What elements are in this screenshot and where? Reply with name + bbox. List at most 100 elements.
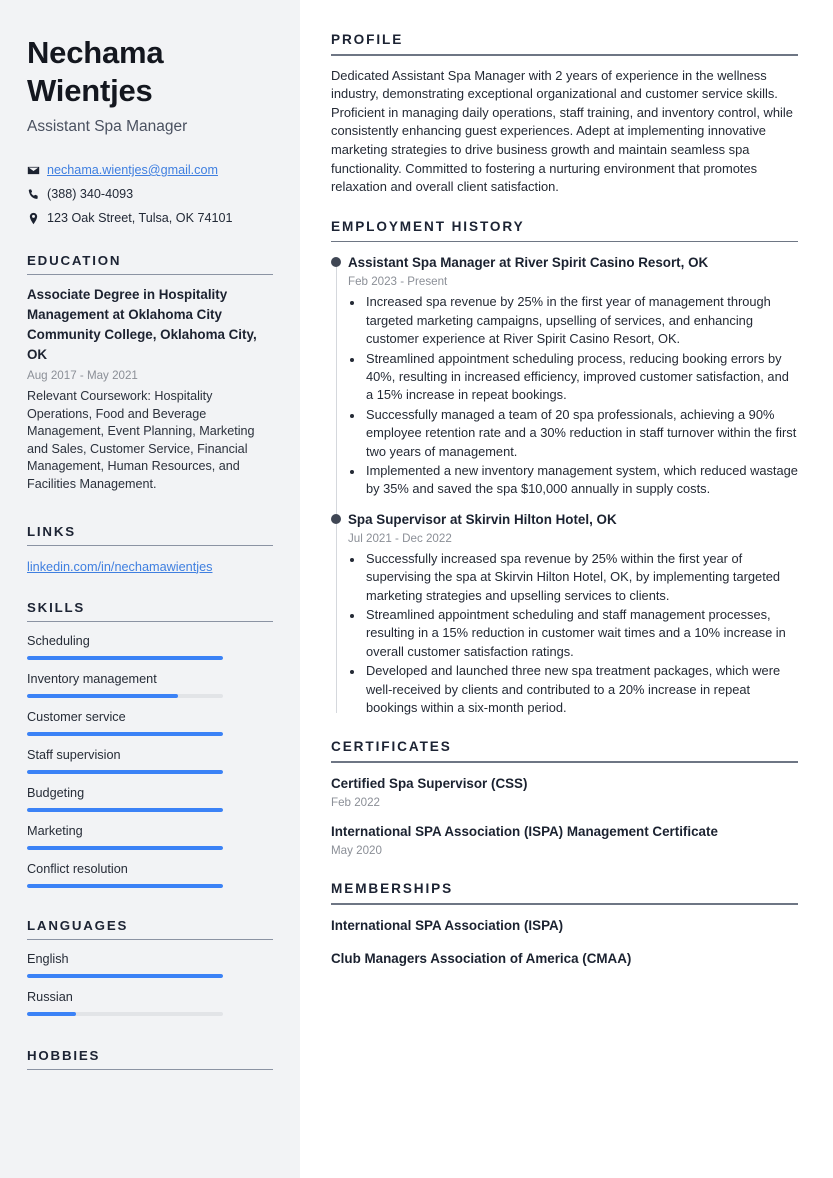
- skill-label: English: [27, 951, 69, 966]
- languages-heading: LANGUAGES: [27, 917, 129, 933]
- link-linkedin[interactable]: linkedin.com/in/nechamawientjes: [27, 558, 212, 576]
- phone-text: (388) 340-4093: [47, 187, 134, 201]
- skill-label: Russian: [27, 989, 73, 1004]
- profile-text: Dedicated Assistant Spa Manager with 2 y…: [331, 67, 793, 195]
- certificate-title: International SPA Association (ISPA) Man…: [331, 824, 718, 840]
- skills-heading: SKILLS: [27, 599, 86, 615]
- skills-rule: [27, 620, 273, 622]
- skill-bar-fill: [27, 769, 223, 774]
- profile-heading: PROFILE: [331, 32, 404, 47]
- address-text: 123 Oak Street, Tulsa, OK 74101: [47, 211, 233, 225]
- skill-item: Staff supervision: [27, 746, 273, 774]
- sidebar: Nechama Wientjes Assistant Spa Manager n…: [0, 0, 300, 1178]
- skill-item: Customer service: [27, 708, 273, 736]
- skill-item: Scheduling: [27, 632, 273, 660]
- skill-bar-track: [27, 1011, 223, 1016]
- map-pin-icon: [27, 212, 47, 225]
- employment-entry: Spa Supervisor at Skirvin Hilton Hotel, …: [331, 510, 798, 718]
- education-entry: Associate Degree in Hospitality Manageme…: [27, 285, 273, 494]
- skill-item: Inventory management: [27, 670, 273, 698]
- skill-bar-fill: [27, 655, 223, 660]
- certificates-rule: [331, 761, 798, 764]
- skill-bar-fill: [27, 973, 223, 978]
- employment-bullet: Implemented a new inventory management s…: [364, 462, 798, 499]
- skill-item: Conflict resolution: [27, 860, 273, 888]
- employment-rule: [331, 240, 798, 243]
- hobbies-heading: HOBBIES: [27, 1047, 101, 1063]
- section-profile: PROFILE Dedicated Assistant Spa Manager …: [331, 32, 798, 197]
- membership-title: International SPA Association (ISPA): [331, 917, 564, 933]
- skill-item: Russian: [27, 988, 273, 1016]
- phone-icon: [27, 188, 47, 201]
- languages-list: English Russian: [27, 950, 273, 1016]
- certificate-date: May 2020: [331, 844, 382, 858]
- employment-date: Feb 2023 - Present: [348, 275, 448, 289]
- skill-bar-track: [27, 973, 223, 978]
- profile-rule: [331, 54, 798, 56]
- skill-label: Inventory management: [27, 671, 157, 686]
- section-memberships: MEMBERSHIPS International SPA Associatio…: [331, 881, 798, 968]
- employment-bullet: Successfully increased spa revenue by 25…: [364, 550, 798, 605]
- email-text: nechama.wientjes@gmail.com: [47, 163, 218, 177]
- memberships-rule: [331, 903, 798, 905]
- skill-label: Budgeting: [27, 785, 85, 800]
- skill-item: Marketing: [27, 822, 273, 850]
- education-heading: EDUCATION: [27, 253, 122, 268]
- links-heading: LINKS: [27, 523, 76, 539]
- resume-page: Nechama Wientjes Assistant Spa Manager n…: [0, 0, 833, 1178]
- employment-bullet-list: Successfully increased spa revenue by 25…: [364, 550, 798, 718]
- employment-bullet: Developed and launched three new spa tre…: [364, 662, 798, 717]
- education-description: Relevant Coursework: Hospitality Operati…: [27, 389, 255, 491]
- skill-bar-fill: [27, 807, 223, 812]
- skill-bar-fill: [27, 693, 178, 698]
- section-hobbies: HOBBIES: [27, 1048, 273, 1070]
- employment-bullet: Streamlined appointment scheduling and s…: [364, 606, 798, 661]
- certificates-heading: CERTIFICATES: [331, 739, 452, 755]
- section-languages: LANGUAGES English Russian: [27, 918, 273, 1016]
- skill-bar-fill: [27, 845, 223, 850]
- links-rule: [27, 544, 273, 546]
- timeline-dot-icon: [331, 257, 341, 268]
- employment-entry: Assistant Spa Manager at River Spirit Ca…: [331, 253, 798, 499]
- candidate-job-title: Assistant Spa Manager: [27, 118, 188, 135]
- timeline-dot-icon: [331, 513, 341, 524]
- skill-item: Budgeting: [27, 784, 273, 812]
- skill-bar-track: [27, 693, 223, 698]
- certificates-list: Certified Spa Supervisor (CSS) Feb 2022 In…: [331, 774, 798, 859]
- employment-heading: EMPLOYMENT HISTORY: [331, 218, 525, 234]
- skill-label: Customer service: [27, 709, 126, 724]
- candidate-name: Nechama Wientjes: [27, 35, 164, 108]
- employment-bullet: Increased spa revenue by 25% in the firs…: [364, 293, 798, 348]
- skill-label: Scheduling: [27, 633, 90, 648]
- section-education: EDUCATION Associate Degree in Hospitalit…: [27, 253, 273, 494]
- contact-phone: (388) 340-4093: [27, 186, 273, 203]
- skill-bar-track: [27, 883, 223, 888]
- skill-label: Marketing: [27, 823, 83, 838]
- section-skills: SKILLS Scheduling Inventory management Cus…: [27, 600, 273, 888]
- skill-label: Staff supervision: [27, 747, 121, 762]
- education-date: Aug 2017 - May 2021: [27, 369, 138, 382]
- contact-address: 123 Oak Street, Tulsa, OK 74101: [27, 210, 273, 227]
- certificate-title: Certified Spa Supervisor (CSS): [331, 776, 528, 792]
- skill-bar-track: [27, 731, 223, 736]
- skill-bar-track: [27, 807, 223, 812]
- certificate-entry: Certified Spa Supervisor (CSS) Feb 2022: [331, 774, 798, 811]
- contact-list: nechama.wientjes@gmail.com (388) 340-409…: [27, 162, 273, 227]
- skill-bar-track: [27, 845, 223, 850]
- skill-bar-fill: [27, 883, 223, 888]
- skill-bar-fill: [27, 731, 223, 736]
- envelope-icon: [27, 164, 47, 177]
- main-column: PROFILE Dedicated Assistant Spa Manager …: [300, 0, 833, 1178]
- employment-title: Assistant Spa Manager at River Spirit Ca…: [348, 255, 709, 271]
- education-title: Associate Degree in Hospitality Manageme…: [27, 287, 257, 362]
- education-rule: [27, 274, 273, 275]
- employment-bullet: Successfully managed a team of 20 spa pr…: [364, 406, 798, 461]
- contact-email[interactable]: nechama.wientjes@gmail.com: [27, 162, 273, 179]
- languages-rule: [27, 938, 273, 940]
- employment-date: Jul 2021 - Dec 2022: [348, 531, 452, 545]
- membership-title: Club Managers Association of America (CM…: [331, 950, 632, 966]
- section-links: LINKS linkedin.com/in/nechamawientjes: [27, 524, 273, 576]
- employment-timeline: Assistant Spa Manager at River Spirit Ca…: [331, 253, 798, 717]
- skills-list: Scheduling Inventory management Customer s…: [27, 632, 273, 888]
- skill-label: Conflict resolution: [27, 861, 128, 876]
